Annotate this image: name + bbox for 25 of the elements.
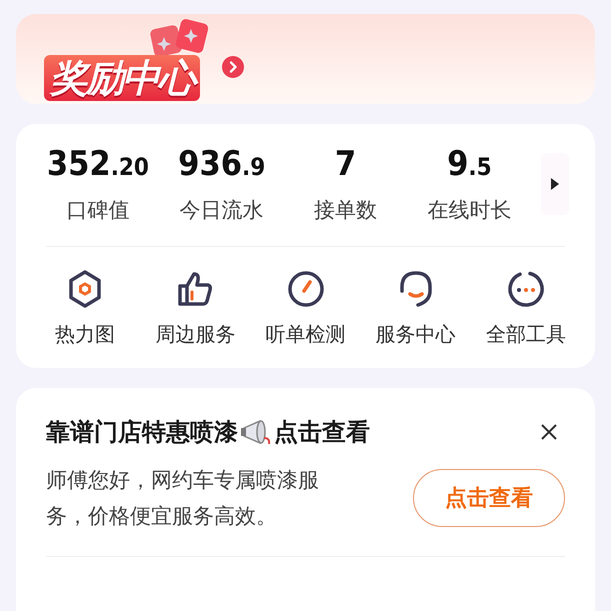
expand-button[interactable] xyxy=(541,153,569,215)
stat-label: 口碑值 xyxy=(66,197,130,224)
promo-title: 靠谱门店特惠喷漆 xyxy=(46,417,238,448)
more-icon[interactable] xyxy=(506,269,546,309)
stat-value: 352.20 xyxy=(46,144,149,186)
banner-title: 奖励中心 xyxy=(44,55,200,101)
stat-value: 7 xyxy=(334,144,356,186)
stat-label: 今日流水 xyxy=(180,197,264,224)
tool-label[interactable]: 全部工具 xyxy=(486,321,566,348)
banner-card[interactable]: 奖励中心 xyxy=(16,14,595,104)
megaphone-icon xyxy=(240,418,272,446)
stat-label: 接单数 xyxy=(314,197,378,224)
promo-title: 点击查看 xyxy=(274,417,370,448)
tool-label[interactable]: 服务中心 xyxy=(376,321,456,348)
stat-value: 9.5 xyxy=(447,144,492,186)
play-arrow-icon xyxy=(551,178,560,190)
promo-text: 师傅您好，网约车专属喷漆服务，价格便宜服务高效。 xyxy=(46,467,320,530)
tool-label[interactable]: 听单检测 xyxy=(266,321,346,348)
tool-label[interactable]: 周边服务 xyxy=(155,321,236,348)
stat-value: 936.9 xyxy=(178,144,266,186)
stat-label: 在线时长 xyxy=(427,197,512,224)
tool-label[interactable]: 热力图 xyxy=(55,321,116,348)
close-icon[interactable] xyxy=(539,422,559,442)
chevron-right-icon[interactable] xyxy=(222,56,244,78)
gauge-icon[interactable] xyxy=(286,269,326,309)
